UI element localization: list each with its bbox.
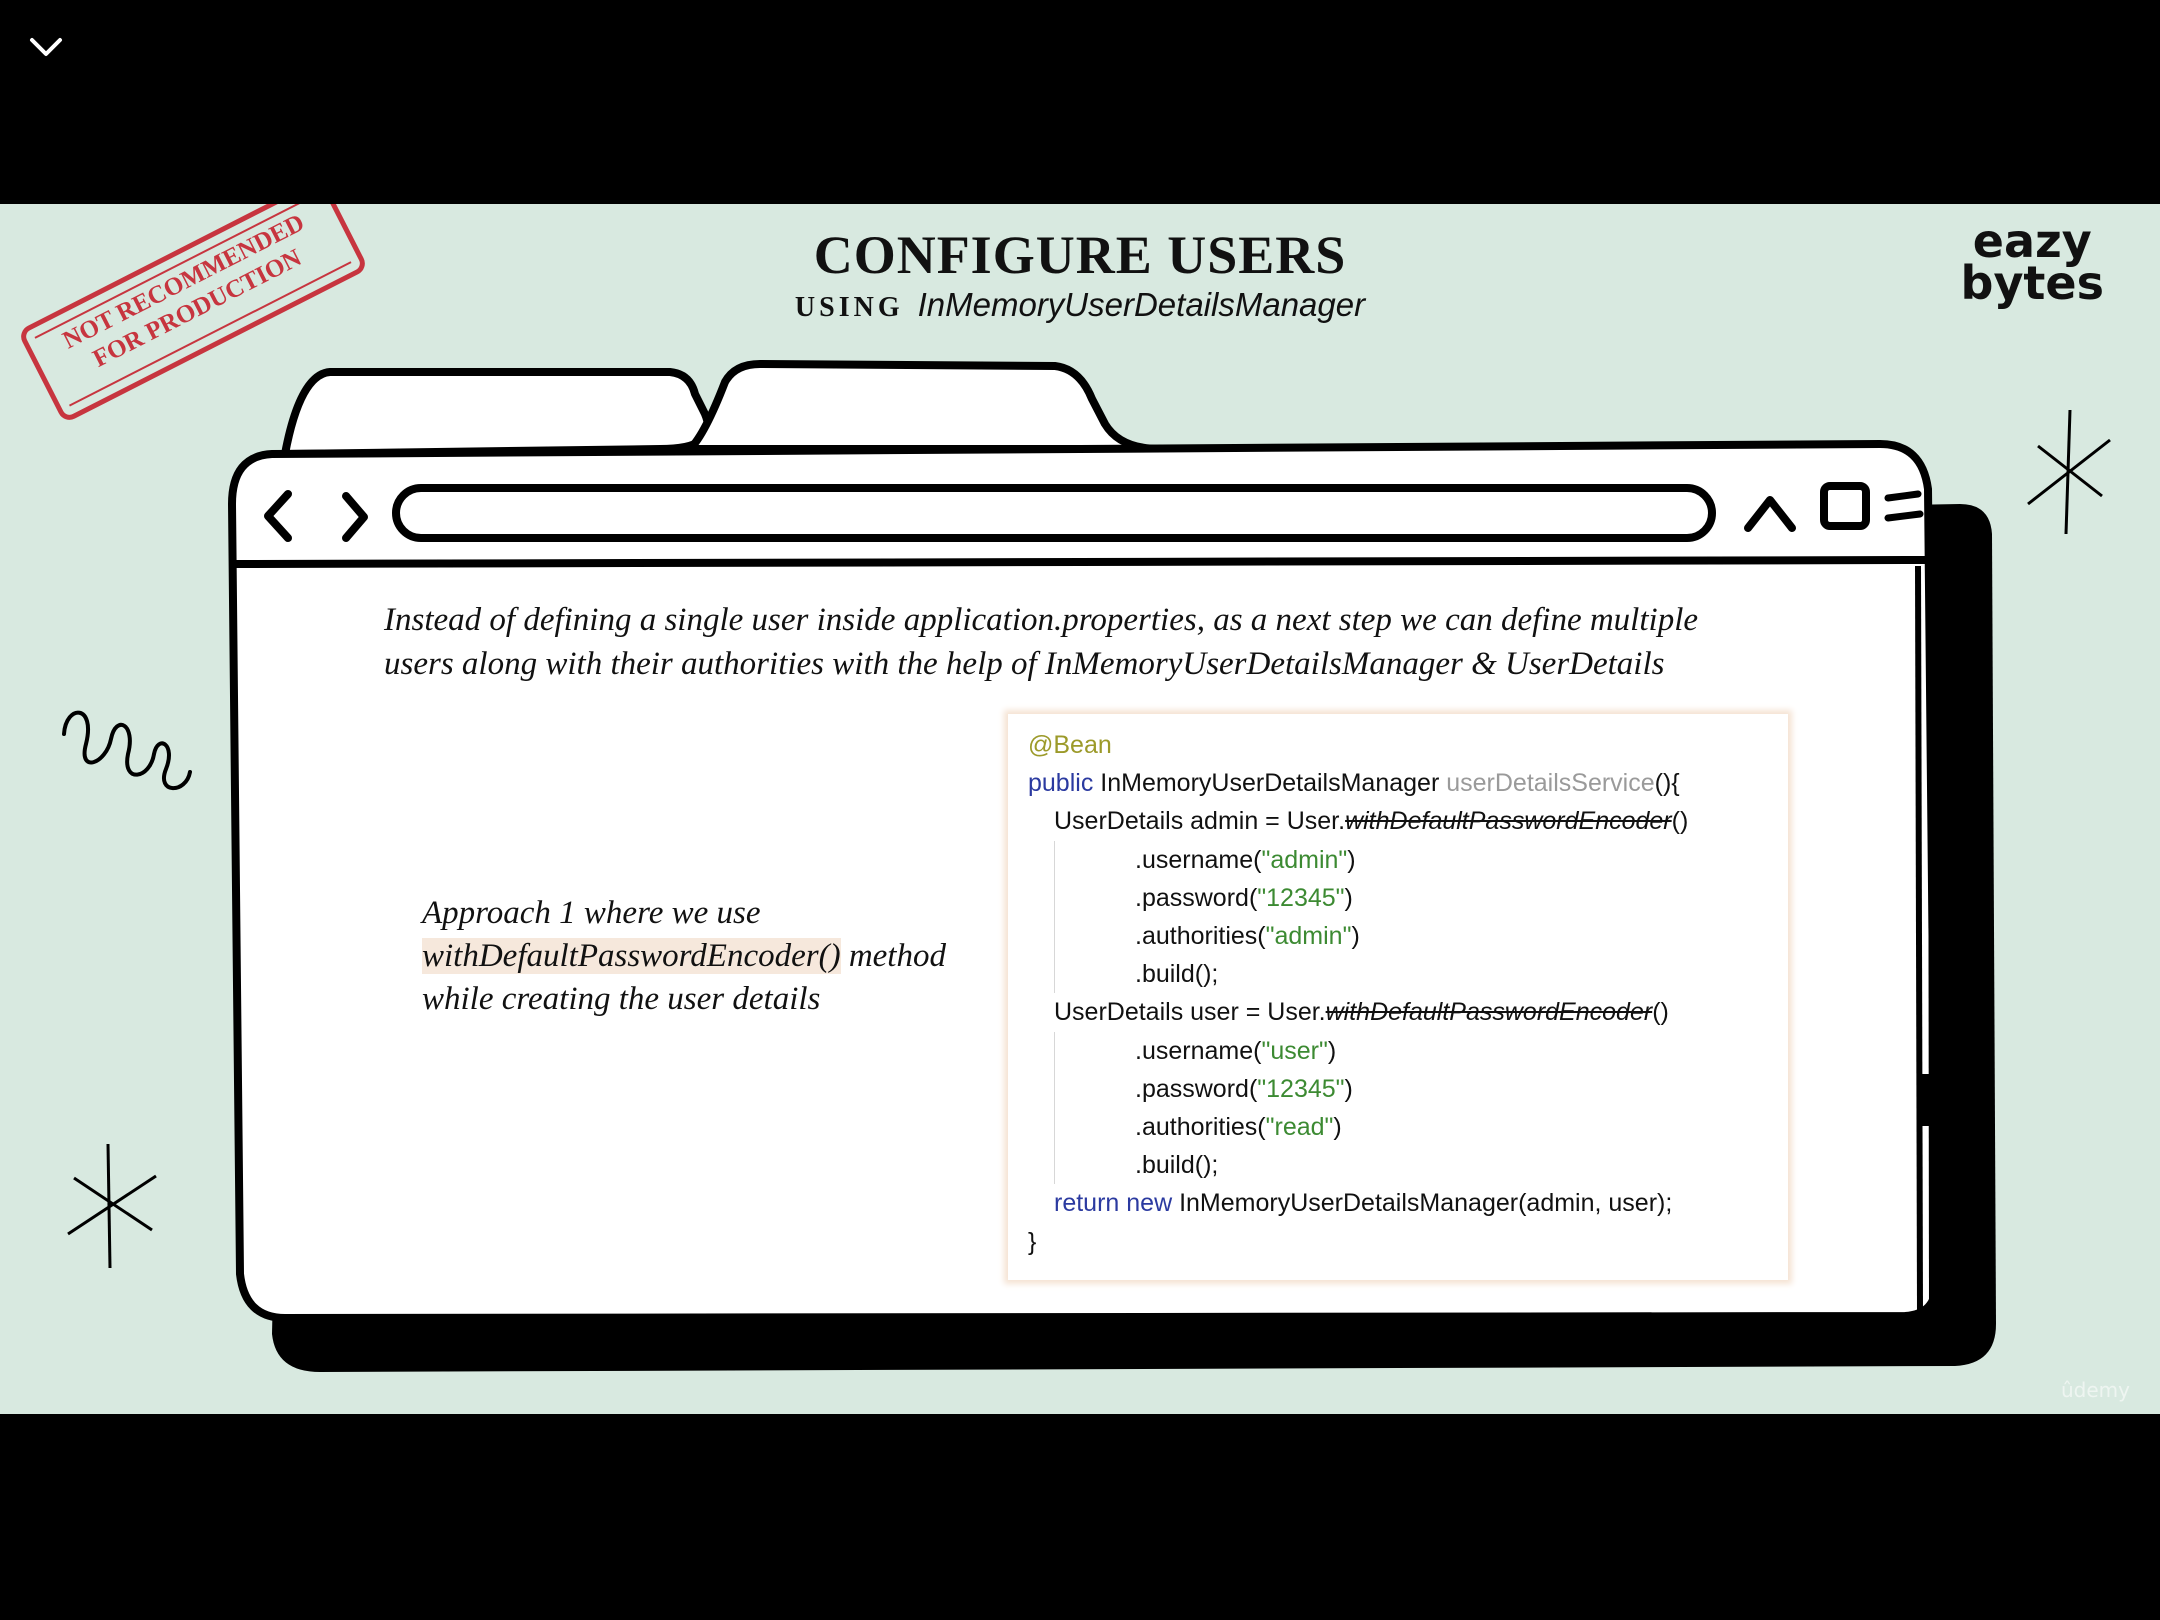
caret-up-icon[interactable] (1740, 488, 1800, 538)
sparkle-doodle-icon (2027, 409, 2111, 535)
code-keyword-return: return (1054, 1189, 1120, 1218)
code-user-authority-value: "read" (1265, 1113, 1334, 1142)
code-user-encoder: withDefaultPasswordEncoder (1325, 998, 1653, 1027)
code-authorities-call: .authorities( (1135, 1113, 1266, 1142)
code-password-call: .password( (1135, 1074, 1258, 1103)
squiggle-doodle-icon (62, 710, 192, 791)
code-user-declaration: UserDetails user = User. (1054, 998, 1326, 1027)
code-admin-declaration: UserDetails admin = User. (1054, 807, 1346, 836)
code-signature-end: (){ (1654, 769, 1680, 798)
code-block: @Bean public InMemoryUserDetailsManager u… (1028, 726, 1688, 1261)
square-icon[interactable] (1818, 480, 1874, 536)
code-build-call: .build(); (1135, 1151, 1219, 1180)
code-username-call: .username( (1135, 1036, 1262, 1065)
code-return-type: InMemoryUserDetailsManager (1093, 769, 1447, 798)
code-return-expression: InMemoryUserDetailsManager(admin, user); (1172, 1189, 1673, 1218)
code-user-password-value: "12345" (1257, 1074, 1345, 1103)
code-close-paren: ) (1351, 922, 1360, 951)
code-user-username-value: "user" (1261, 1036, 1328, 1065)
approach-line-1: Approach 1 where we use (422, 895, 761, 931)
code-authorities-call: .authorities( (1135, 922, 1266, 951)
approach-line-2-rest: method (840, 938, 946, 974)
menu-icon[interactable] (1882, 484, 1928, 534)
code-close-paren: ) (1327, 1036, 1337, 1065)
code-close-paren: ) (1344, 1074, 1353, 1103)
code-admin-username-value: "admin" (1261, 845, 1348, 874)
code-username-call: .username( (1135, 845, 1262, 874)
approach-note: Approach 1 where we use withDefaultPassw… (422, 892, 1022, 1021)
slide-description: Instead of defining a single user inside… (384, 598, 1784, 686)
slide-subtitle: USING InMemoryUserDetailsManager (0, 286, 2160, 325)
chevron-down-icon (30, 38, 62, 56)
eazybytes-logo: eazy bytes (1960, 218, 2104, 310)
udemy-watermark: ûdemy (2061, 1378, 2130, 1402)
address-bar[interactable] (390, 480, 1720, 550)
code-snippet: @Bean public InMemoryUserDetailsManager u… (1008, 714, 1788, 1280)
code-close-paren: ) (1333, 1113, 1342, 1142)
code-admin-authority-value: "admin" (1265, 922, 1352, 951)
code-annotation: @Bean (1028, 731, 1112, 759)
code-admin-encoder: withDefaultPasswordEncoder (1345, 807, 1672, 836)
subtitle-class-name: InMemoryUserDetailsManager (917, 286, 1366, 323)
subtitle-using: USING (794, 292, 904, 323)
approach-line-3: while creating the user details (422, 981, 821, 1017)
logo-line-2: bytes (1960, 256, 2104, 310)
code-keyword-new: new (1126, 1189, 1173, 1218)
code-keyword-public: public (1028, 769, 1094, 798)
code-method-name: userDetailsService (1446, 769, 1655, 798)
slide: CONFIGURE USERS USING InMemoryUserDetails… (0, 204, 2160, 1414)
code-close-paren: ) (1344, 883, 1353, 912)
code-admin-call-end: () (1671, 807, 1689, 836)
code-admin-password-value: "12345" (1257, 883, 1345, 912)
sparkle-doodle-icon (67, 1143, 157, 1269)
collapse-button[interactable] (26, 32, 66, 62)
code-build-call: .build(); (1135, 960, 1219, 989)
code-password-call: .password( (1135, 883, 1258, 912)
code-close-brace: } (1028, 1227, 1037, 1256)
description-line-2: users along with their authorities with … (384, 646, 1665, 682)
chevron-right-icon[interactable] (338, 488, 372, 546)
chevron-left-icon[interactable] (258, 486, 298, 546)
approach-highlight: withDefaultPasswordEncoder() (422, 938, 841, 974)
code-user-call-end: () (1652, 998, 1669, 1027)
code-close-paren: ) (1347, 845, 1356, 874)
description-line-1: Instead of defining a single user inside… (384, 602, 1699, 638)
